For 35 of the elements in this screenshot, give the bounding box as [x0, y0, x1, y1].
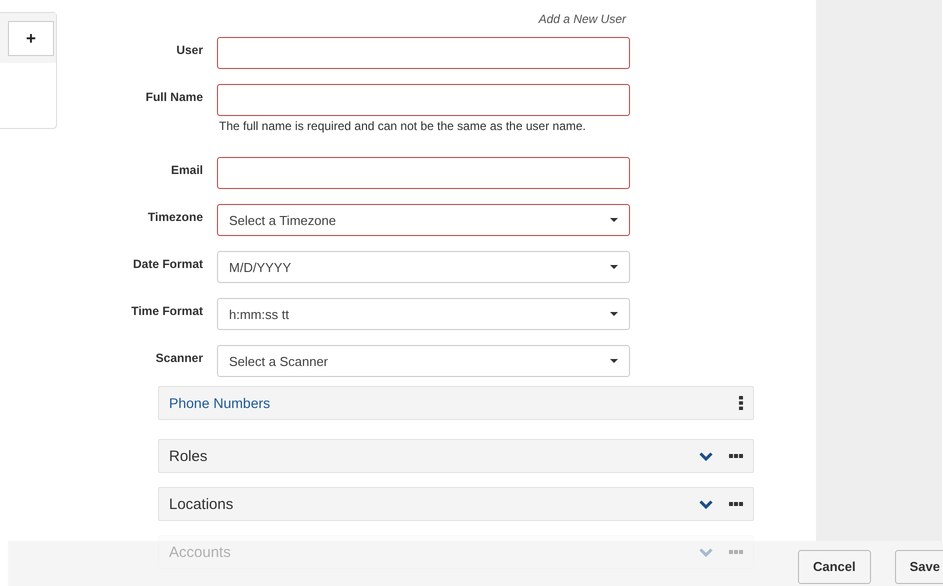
text-field[interactable]	[217, 84, 630, 116]
field-label: Date Format	[132, 256, 203, 273]
panel-title: Accounts	[169, 544, 232, 560]
field-label: Full Name	[144, 89, 203, 106]
caret-icon	[610, 312, 618, 316]
form-title: Add a New User	[537, 11, 626, 28]
panel-title: Locations	[169, 496, 234, 512]
footer-button[interactable]: Cancel	[798, 550, 871, 584]
field-label: Time Format	[130, 303, 203, 320]
section-panel[interactable]: Roles	[158, 439, 754, 473]
section-panel[interactable]: Locations	[158, 487, 754, 521]
add-button[interactable]: +	[8, 21, 54, 56]
panel-title: Phone Numbers	[169, 395, 272, 411]
caret-icon	[610, 218, 618, 222]
text-field[interactable]	[217, 37, 630, 69]
field-label: Timezone	[146, 209, 203, 226]
text-field[interactable]	[217, 157, 630, 189]
hint-text: The full name is required and can not be the same as the user name.	[218, 118, 587, 135]
footer-button[interactable]: Save	[894, 550, 943, 584]
more-icon[interactable]	[729, 454, 743, 458]
select-field[interactable]: M/D/YYYY	[217, 251, 630, 283]
chevron-down-icon[interactable]	[699, 452, 713, 460]
select-field[interactable]: Select a Scanner	[217, 345, 630, 377]
field-label: Scanner	[154, 350, 203, 367]
select-field[interactable]: Select a Timezone	[217, 204, 630, 236]
field-label: Email	[170, 162, 203, 179]
chevron-down-icon[interactable]	[699, 500, 713, 508]
field-label: User	[175, 42, 203, 59]
panel-title: Roles	[169, 448, 208, 464]
caret-icon	[610, 265, 618, 269]
more-icon[interactable]	[729, 502, 743, 506]
section-panel[interactable]: Phone Numbers	[158, 386, 754, 420]
caret-icon	[610, 359, 618, 363]
select-field[interactable]: h:mm:ss tt	[217, 298, 630, 330]
kebab-menu-icon[interactable]	[739, 396, 743, 410]
